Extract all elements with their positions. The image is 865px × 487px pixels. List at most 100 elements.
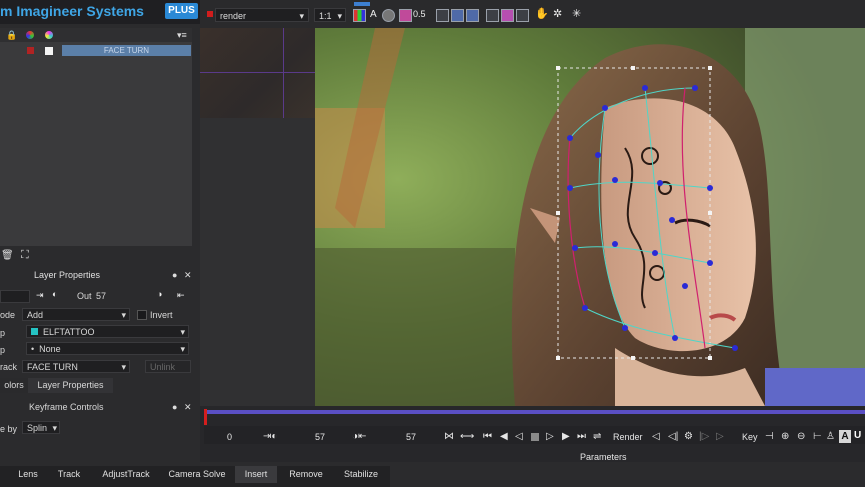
tab-track[interactable]: Track [51,466,87,483]
timeline-track-bar[interactable] [204,410,865,414]
view-icon[interactable] [436,9,449,22]
blend-mode-value: Add [27,310,44,320]
matte2-select[interactable]: • None ▾ [26,342,189,355]
alpha-channel-button[interactable]: A [370,9,377,20]
keyframe-pin-icon[interactable]: ● [172,402,177,412]
layer-row-face-turn[interactable]: FACE TURN [62,45,191,56]
chevron-down-icon: ▾ [337,11,342,21]
track-value: FACE TURN [27,362,78,372]
panel-close-icon[interactable]: ✕ [184,270,192,281]
stop-icon[interactable] [531,433,539,441]
tab-remove[interactable]: Remove [280,466,332,483]
play-backward-icon[interactable]: ◁ [515,431,523,442]
layers-menu-icon[interactable]: ▾≡ [177,30,187,41]
frame-out[interactable]: 57 [406,432,416,442]
trash-icon[interactable]: 🗑 [1,250,14,261]
tab-stabilize[interactable]: Stabilize [336,466,386,483]
set-out-icon[interactable]: ⇤ [177,290,185,301]
render-select[interactable]: render ▾ [215,8,309,22]
color-wheel-icon[interactable] [26,31,34,39]
matte-color-icon[interactable] [45,31,53,39]
loop-mode-icon[interactable]: ⇌ [593,431,601,442]
fit-view-icon[interactable]: ⛶ [21,249,29,262]
chevron-down-icon: ▾ [121,362,126,372]
hand-icon[interactable]: ✋ [535,7,549,20]
render-forward-icon[interactable]: ▷ [716,431,724,442]
track-label: rack [0,362,18,372]
chevron-down-icon: ▾ [52,423,57,433]
in-frame-field[interactable] [0,290,30,303]
delete-key-icon[interactable]: ⊖ [797,431,805,442]
tab-adjusttrack[interactable]: AdjustTrack [92,466,160,483]
overlay-toggle-button[interactable]: A [839,430,851,443]
lock-icon[interactable]: 🔒 [6,30,17,41]
set-in-icon[interactable]: ⇥ [36,290,44,301]
interpolation-select[interactable]: Splin ▾ [22,421,60,434]
next-key-icon[interactable]: ⊢ [813,431,822,442]
zoom-value: 1:1 [319,11,332,21]
video-frame[interactable] [315,28,865,406]
unlink-track-button[interactable]: Unlink [145,360,191,373]
go-end-icon[interactable]: ⏭ [577,431,586,442]
tab-insert[interactable]: Insert [235,466,277,483]
track-select[interactable]: FACE TURN ▾ [22,360,130,373]
step-back-icon[interactable]: ◀ [500,431,508,442]
matte2-value: None [39,344,61,354]
app-brand: m Imagineer Systems [0,3,144,19]
loop-range-icon[interactable]: ⋈ [444,431,454,442]
undo-toggle-button[interactable]: U [854,430,861,441]
plus-badge: PLUS [165,3,198,19]
matte-icon[interactable] [399,9,412,22]
prev-key-icon[interactable]: ⊣ [765,431,774,442]
layer-toggle-icon[interactable] [516,9,529,22]
set-out-point-icon[interactable]: ◑⇤ [352,431,366,442]
settings-icon[interactable]: ✳ [572,7,581,20]
zoom-select[interactable]: 1:1 ▾ [314,8,346,22]
reference-thumbnail [200,28,315,118]
set-in-point-icon[interactable]: ⇥◐ [263,431,277,442]
matte-select[interactable]: ELFTATTOO ▾ [26,325,189,338]
panel-pin-icon[interactable]: ● [172,270,177,280]
brightness-icon[interactable]: ✲ [553,7,562,20]
tab-layer-properties[interactable]: Layer Properties [28,378,113,393]
render-forward-frame-icon[interactable]: |▷ [699,431,709,442]
magenta-toggle-icon[interactable] [501,9,514,22]
parameters-label: Parameters [580,452,627,462]
rgb-channel-icon[interactable] [353,9,366,22]
in-keyframe-icon[interactable]: ◐ [52,289,57,299]
opacity-value[interactable]: 0.5 [413,9,426,19]
scene-image [315,28,865,406]
add-key-icon[interactable]: ⊕ [781,431,789,442]
matte-value: ELFTATTOO [43,327,95,337]
overlay-icon[interactable] [382,9,395,22]
tab-colors[interactable]: olors [0,378,28,393]
fit-timeline-icon[interactable]: ⟷ [460,431,474,442]
playhead-marker[interactable] [204,409,207,425]
surface-icon[interactable] [466,9,479,22]
tab-lens[interactable]: Lens [8,466,48,483]
out-value[interactable]: 57 [96,291,106,301]
frame-in[interactable]: 57 [315,432,325,442]
frame-start[interactable]: 0 [227,432,232,442]
stabilize-view-icon[interactable] [486,9,499,22]
out-keyframe-icon[interactable]: ◑ [157,289,162,299]
go-start-icon[interactable]: ⏮ [483,431,492,442]
play-forward-icon[interactable]: ▷ [546,431,554,442]
guide-line-horizontal [200,72,315,73]
blend-mode-select[interactable]: Add ▾ [22,308,130,321]
render-back-icon[interactable]: ◁ [652,431,660,442]
render-settings-icon[interactable]: ⚙ [684,431,693,442]
keyframe-close-icon[interactable]: ✕ [184,402,192,413]
layer-color-swatch[interactable] [27,47,34,54]
render-back-frame-icon[interactable]: ◁| [668,431,678,442]
chevron-down-icon: ▾ [121,310,126,320]
step-forward-icon[interactable]: ▶ [562,431,570,442]
tab-camera-solve[interactable]: Camera Solve [162,466,232,483]
layer-visibility-icon[interactable] [45,47,53,55]
guide-line-vertical [283,28,284,118]
grid-icon[interactable] [451,9,464,22]
key-person-icon[interactable]: ♙ [826,431,835,442]
toolbar-top-marker [354,2,370,6]
invert-checkbox[interactable] [137,310,147,320]
render-label: Render [613,432,643,442]
